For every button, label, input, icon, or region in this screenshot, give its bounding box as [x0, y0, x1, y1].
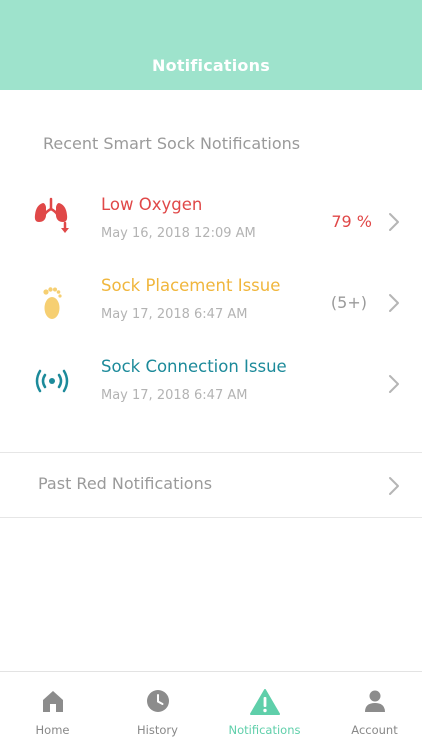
notification-title: Low Oxygen: [101, 195, 203, 214]
tab-label: Home: [35, 723, 70, 737]
warning-icon: [249, 689, 280, 715]
past-red-notifications-label: Past Red Notifications: [38, 474, 213, 493]
divider: [0, 517, 422, 518]
header-bar: Notifications: [0, 0, 422, 90]
notification-date: May 17, 2018 6:47 AM: [101, 388, 248, 403]
tab-label: Notifications: [228, 723, 301, 737]
tab-home[interactable]: Home: [0, 672, 105, 750]
notification-sock-connection[interactable]: Sock Connection Issue May 17, 2018 6:47 …: [0, 357, 422, 429]
notification-date: May 16, 2018 12:09 AM: [101, 226, 256, 241]
chevron-right-icon: [389, 213, 399, 231]
notification-title: Sock Connection Issue: [101, 357, 287, 376]
chevron-right-icon: [389, 294, 399, 312]
lungs-icon: [34, 197, 69, 233]
home-icon: [42, 691, 63, 712]
tab-notifications[interactable]: Notifications: [212, 672, 317, 750]
tab-account[interactable]: Account: [322, 672, 422, 750]
chevron-right-icon: [389, 477, 399, 495]
past-red-notifications-row[interactable]: Past Red Notifications: [0, 453, 422, 517]
notification-count-badge: (5+): [330, 293, 367, 312]
user-icon: [364, 690, 385, 712]
signal-icon: [35, 369, 69, 393]
chevron-right-icon: [389, 375, 399, 393]
recent-notifications-heading: Recent Smart Sock Notifications: [43, 134, 301, 153]
notification-sock-placement[interactable]: Sock Placement Issue May 17, 2018 6:47 A…: [0, 276, 422, 348]
notification-date: May 17, 2018 6:47 AM: [101, 307, 248, 322]
foot-icon: [43, 287, 62, 319]
clock-icon: [146, 690, 169, 712]
notification-title: Sock Placement Issue: [101, 276, 281, 295]
tab-label: History: [137, 723, 178, 737]
notification-low-oxygen[interactable]: Low Oxygen May 16, 2018 12:09 AM 79 %: [0, 195, 422, 267]
tab-history[interactable]: History: [105, 672, 210, 750]
tab-bar: Home History Notifications Account: [0, 671, 422, 750]
notification-value: 79 %: [331, 212, 372, 231]
page-title: Notifications: [152, 56, 270, 75]
tab-label: Account: [351, 723, 398, 737]
